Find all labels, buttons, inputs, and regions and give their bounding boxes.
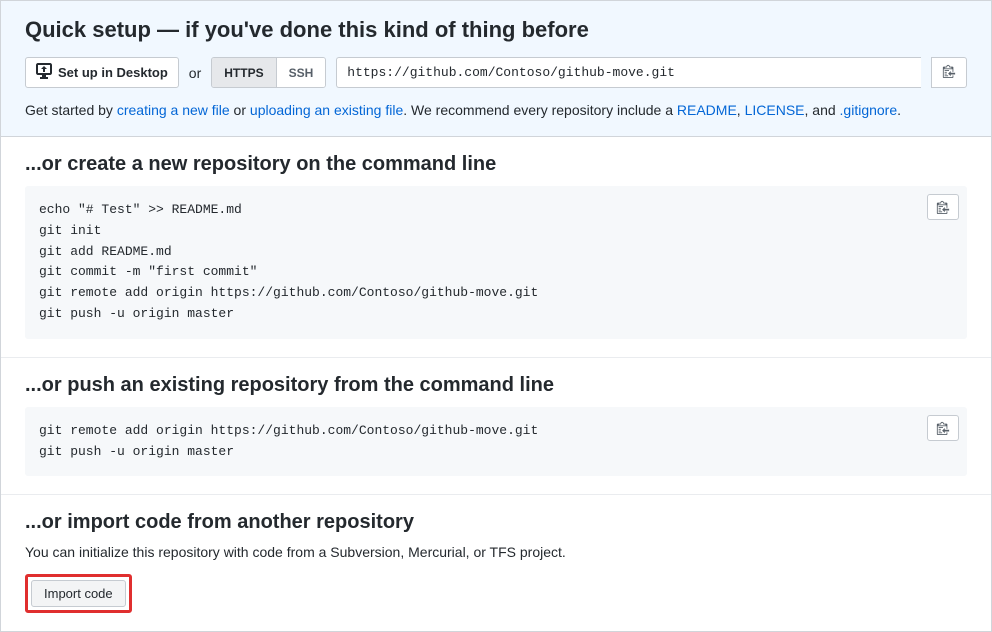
create-code-text: echo "# Test" >> README.md git init git … [39, 200, 953, 325]
import-code-button[interactable]: Import code [31, 580, 126, 607]
quick-setup-heading: Quick setup — if you've done this kind o… [25, 17, 967, 43]
protocol-https-button[interactable]: HTTPS [212, 58, 276, 87]
create-code-block: echo "# Test" >> README.md git init git … [25, 186, 967, 339]
readme-link[interactable]: README [677, 102, 737, 118]
import-highlight: Import code [25, 574, 132, 613]
desktop-download-icon [36, 63, 52, 82]
import-repo-heading: ...or import code from another repositor… [25, 511, 967, 534]
setup-row: Set up in Desktop or HTTPS SSH [25, 57, 967, 88]
protocol-toggle: HTTPS SSH [211, 57, 326, 88]
push-repo-section: ...or push an existing repository from t… [1, 358, 991, 496]
upload-existing-file-link[interactable]: uploading an existing file [250, 102, 403, 118]
create-repo-section: ...or create a new repository on the com… [1, 137, 991, 358]
quick-setup-panel: Quick setup — if you've done this kind o… [1, 1, 991, 137]
gitignore-link[interactable]: .gitignore [840, 102, 898, 118]
clipboard-icon [942, 64, 956, 81]
copy-push-code-button[interactable] [927, 415, 959, 441]
repo-empty-state: Quick setup — if you've done this kind o… [0, 0, 992, 632]
push-code-text: git remote add origin https://github.com… [39, 421, 953, 463]
import-repo-section: ...or import code from another repositor… [1, 495, 991, 631]
quick-setup-help-text: Get started by creating a new file or up… [25, 102, 967, 118]
create-repo-heading: ...or create a new repository on the com… [25, 153, 967, 176]
push-repo-heading: ...or push an existing repository from t… [25, 374, 967, 397]
clone-url-input[interactable] [336, 57, 921, 88]
create-new-file-link[interactable]: creating a new file [117, 102, 230, 118]
setup-in-desktop-label: Set up in Desktop [58, 65, 168, 80]
clipboard-icon [936, 421, 950, 435]
import-subtext: You can initialize this repository with … [25, 544, 967, 560]
clipboard-icon [936, 200, 950, 214]
setup-in-desktop-button[interactable]: Set up in Desktop [25, 57, 179, 88]
protocol-ssh-button[interactable]: SSH [277, 58, 326, 87]
push-code-block: git remote add origin https://github.com… [25, 407, 967, 477]
copy-url-button[interactable] [931, 57, 967, 88]
or-text: or [189, 65, 201, 81]
copy-create-code-button[interactable] [927, 194, 959, 220]
license-link[interactable]: LICENSE [745, 102, 805, 118]
